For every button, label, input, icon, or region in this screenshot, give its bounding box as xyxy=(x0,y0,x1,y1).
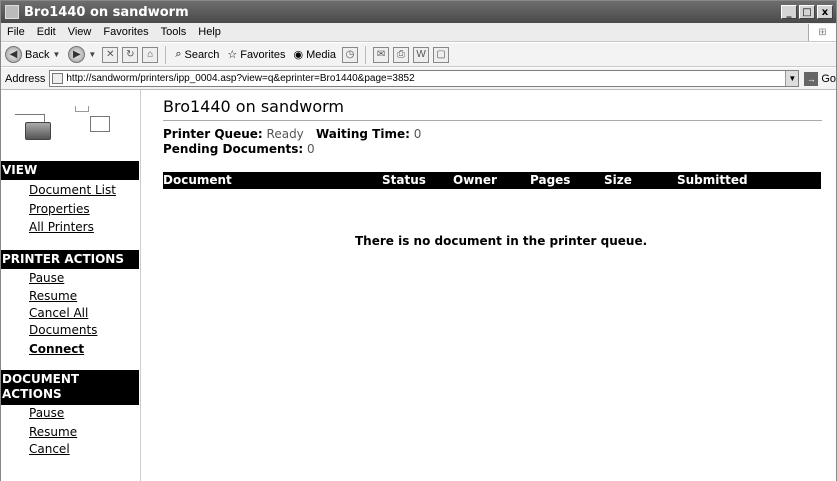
dropdown-icon: ▼ xyxy=(52,50,61,59)
favorites-label: Favorites xyxy=(240,48,286,61)
home-icon[interactable]: ⌂ xyxy=(142,46,159,63)
ie-icon xyxy=(5,5,19,19)
waiting-time-status: Waiting Time: 0 xyxy=(316,127,421,141)
address-url[interactable]: http://sandworm/printers/ipp_0004.asp?vi… xyxy=(66,73,782,84)
media-icon: ◉ xyxy=(293,49,304,61)
link-all-printers[interactable]: All Printers xyxy=(29,220,94,234)
media-button[interactable]: ◉ Media xyxy=(291,48,338,62)
link-document-cancel[interactable]: Cancel xyxy=(29,442,70,456)
link-document-resume[interactable]: Resume xyxy=(29,425,77,439)
menu-file[interactable]: File xyxy=(1,26,31,38)
link-connect[interactable]: Connect xyxy=(29,342,84,356)
title-bar: Bro1440 on sandworm _ □ x xyxy=(1,1,836,23)
star-icon: ☆ xyxy=(227,49,238,61)
pending-documents-label: Pending Documents: xyxy=(163,142,304,156)
go-button[interactable]: → Go xyxy=(804,71,836,86)
pending-documents-status: Pending Documents: 0 xyxy=(163,142,315,156)
close-button[interactable]: x xyxy=(817,5,833,19)
page-content: VIEW Document List Properties All Printe… xyxy=(1,90,836,481)
menu-bar: File Edit View Favorites Tools Help ⊞ xyxy=(1,23,836,42)
search-icon: ⌕ xyxy=(175,48,182,60)
address-label: Address xyxy=(5,72,46,85)
media-label: Media xyxy=(306,48,337,61)
mail-icon[interactable]: ✉ xyxy=(373,46,390,63)
go-arrow-icon: → xyxy=(804,71,819,86)
link-cancel-all[interactable]: Cancel All xyxy=(29,306,88,320)
column-pages[interactable]: Pages xyxy=(530,173,570,187)
link-document-list[interactable]: Document List xyxy=(29,183,116,197)
column-size[interactable]: Size xyxy=(604,173,632,187)
section-document-actions-line2: ACTIONS xyxy=(2,387,62,401)
menu-view[interactable]: View xyxy=(62,26,98,38)
link-properties[interactable]: Properties xyxy=(29,202,90,216)
separator xyxy=(165,45,167,64)
empty-queue-message: There is no document in the printer queu… xyxy=(355,234,648,248)
separator xyxy=(365,45,367,64)
column-document[interactable]: Document xyxy=(163,173,232,187)
menu-favorites[interactable]: Favorites xyxy=(97,26,154,38)
search-label: Search xyxy=(184,48,220,61)
go-label: Go xyxy=(821,72,836,85)
forward-arrow-icon: ▶ xyxy=(68,46,86,63)
section-view: VIEW xyxy=(1,161,139,180)
maximize-button[interactable]: □ xyxy=(799,5,815,19)
discuss-icon[interactable]: ▢ xyxy=(433,46,450,63)
link-printer-pause[interactable]: Pause xyxy=(29,271,64,285)
printer-queue-status: Printer Queue: Ready xyxy=(163,127,304,141)
printer-queue-label: Printer Queue: xyxy=(163,127,263,141)
sidebar: VIEW Document List Properties All Printe… xyxy=(1,90,141,481)
pending-documents-value: 0 xyxy=(307,142,315,156)
link-document-pause[interactable]: Pause xyxy=(29,406,64,420)
link-printer-resume[interactable]: Resume xyxy=(29,289,77,303)
link-documents[interactable]: Documents xyxy=(29,323,97,337)
section-document-actions-line1: DOCUMENT xyxy=(2,372,80,386)
favorites-button[interactable]: ☆ Favorites xyxy=(225,48,287,62)
stop-icon[interactable]: ✕ xyxy=(102,46,119,63)
window-title: Bro1440 on sandworm xyxy=(24,4,189,20)
queue-table-header: Document Status Owner Pages Size Submitt… xyxy=(163,172,821,189)
forward-button[interactable]: ▶ ▼ xyxy=(66,46,98,63)
printer-icon xyxy=(25,122,51,140)
address-dropdown-icon[interactable]: ▼ xyxy=(785,71,799,86)
toolbar: ◀ Back ▼ ▶ ▼ ✕ ↻ ⌂ ⌕ Search ☆ Favorites ◉ Medi… xyxy=(1,43,836,67)
column-submitted[interactable]: Submitted xyxy=(677,173,748,187)
section-printer-actions: PRINTER ACTIONS xyxy=(1,250,139,269)
waiting-time-label: Waiting Time: xyxy=(316,127,410,141)
print-icon[interactable]: ⎙ xyxy=(393,46,410,63)
address-bar: Address http://sandworm/printers/ipp_000… xyxy=(1,68,836,90)
history-icon[interactable]: ◷ xyxy=(342,46,359,63)
back-button[interactable]: ◀ Back ▼ xyxy=(3,46,62,63)
section-document-actions: DOCUMENT ACTIONS xyxy=(1,370,139,405)
menu-help[interactable]: Help xyxy=(192,26,227,38)
search-button[interactable]: ⌕ Search xyxy=(173,48,221,61)
page-title: Bro1440 on sandworm xyxy=(163,97,345,116)
page-icon xyxy=(52,73,64,84)
column-status[interactable]: Status xyxy=(382,173,426,187)
waiting-time-value: 0 xyxy=(413,127,422,141)
column-owner[interactable]: Owner xyxy=(453,173,497,187)
printer-logo xyxy=(15,104,125,142)
back-label: Back xyxy=(25,48,50,61)
printer-queue-value: Ready xyxy=(266,127,304,141)
refresh-icon[interactable]: ↻ xyxy=(122,46,139,63)
edit-icon[interactable]: W xyxy=(413,46,430,63)
menu-tools[interactable]: Tools xyxy=(155,26,193,38)
browser-window: Bro1440 on sandworm _ □ x File Edit View… xyxy=(0,0,837,481)
dropdown-icon: ▼ xyxy=(88,50,97,59)
menu-edit[interactable]: Edit xyxy=(31,26,62,38)
minimize-button[interactable]: _ xyxy=(781,5,797,19)
back-arrow-icon: ◀ xyxy=(5,46,22,63)
title-divider xyxy=(163,120,822,121)
windows-logo-icon: ⊞ xyxy=(808,23,836,41)
address-input[interactable]: http://sandworm/printers/ipp_0004.asp?vi… xyxy=(49,70,800,87)
